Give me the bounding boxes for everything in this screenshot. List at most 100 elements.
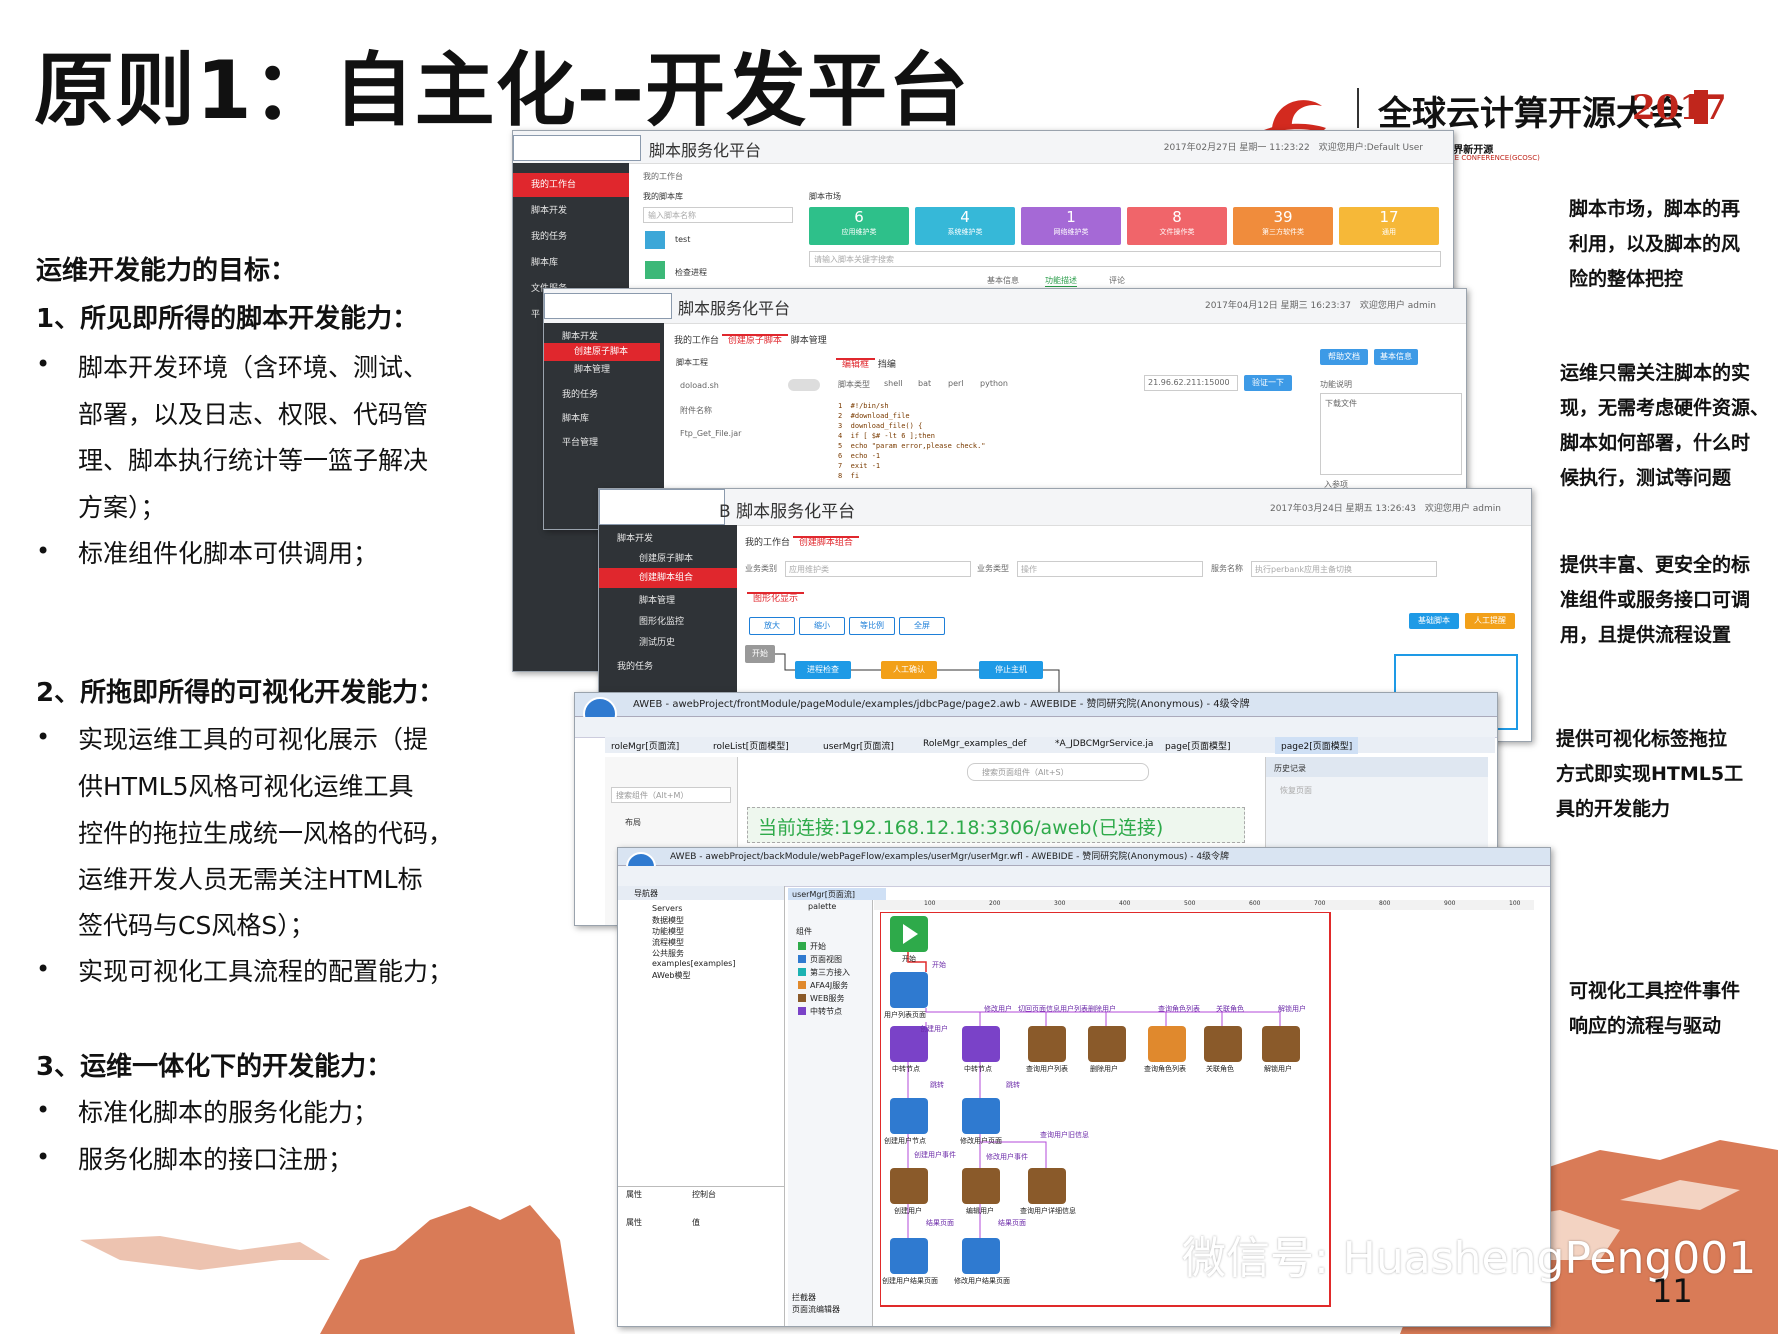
palette-item-transfer[interactable]: 中转节点 bbox=[810, 1006, 842, 1017]
tree-item[interactable]: 公共服务 bbox=[652, 948, 684, 959]
tree-item[interactable]: 功能模型 bbox=[652, 926, 684, 937]
lib-search-input[interactable]: 输入脚本名称 bbox=[643, 207, 793, 223]
file-item[interactable]: doload.sh bbox=[680, 381, 719, 390]
palette-title: palette bbox=[808, 902, 837, 911]
flow-node-web[interactable] bbox=[1028, 1168, 1066, 1204]
layout-group[interactable]: 布局 bbox=[625, 817, 641, 828]
sidebar-item-platform-mgmt[interactable]: 平台管理 bbox=[544, 431, 660, 455]
restore-page[interactable]: 恢复页面 bbox=[1280, 785, 1312, 796]
tab-page[interactable]: page[页面模型] bbox=[1165, 739, 1231, 752]
market-card[interactable]: 39 第三方软件类 bbox=[1233, 207, 1333, 245]
window-title: AWEB - awebProject/frontModule/pageModul… bbox=[575, 693, 1497, 717]
sidebar-item-script-mgmt[interactable]: 脚本管理 bbox=[544, 361, 660, 379]
tree-item[interactable]: Servers bbox=[652, 904, 682, 913]
market-card[interactable]: 4 系统维护类 bbox=[915, 207, 1015, 245]
market-card[interactable]: 1 网络维护类 bbox=[1021, 207, 1121, 245]
history-title: 历史记录 bbox=[1274, 764, 1306, 773]
section-heading: 运维开发能力的目标： bbox=[36, 256, 297, 286]
tab-roleMgr[interactable]: roleMgr[页面流] bbox=[611, 739, 679, 752]
tab-usermgr-flow[interactable]: userMgr[页面流] bbox=[788, 888, 886, 900]
script-type-label: 脚本类型 bbox=[838, 380, 870, 389]
sidebar-item-workbench[interactable]: 我的工作台 bbox=[513, 173, 629, 197]
tree-item[interactable]: examples[examples] bbox=[652, 959, 735, 968]
tab-page2[interactable]: page2[页面模型] bbox=[1275, 737, 1359, 754]
header-info: 2017年02月27日 星期一 11:23:22 欢迎您用户:Default U… bbox=[1163, 143, 1423, 153]
tab-jdbcmgr[interactable]: *A_JDBCMgrService.ja bbox=[1055, 739, 1153, 749]
tree-item[interactable]: 流程模型 bbox=[652, 937, 684, 948]
tree-item[interactable]: 数据模型 bbox=[652, 915, 684, 926]
radio-shell[interactable]: shell bbox=[884, 379, 903, 388]
radio-perl[interactable]: perl bbox=[948, 379, 964, 388]
component-search-input[interactable]: 搜索组件（Alt+M） bbox=[611, 787, 731, 803]
radio-python[interactable]: python bbox=[980, 379, 1008, 388]
palette-item-page[interactable]: 页面视图 bbox=[810, 954, 842, 965]
flow-node-page[interactable] bbox=[890, 1098, 928, 1134]
tab-create-atomic[interactable]: 创建原子脚本 bbox=[721, 334, 788, 346]
flow-node-web[interactable] bbox=[1204, 1026, 1242, 1062]
flow-node-start[interactable] bbox=[890, 916, 928, 952]
tab-compile[interactable]: 挡编 bbox=[878, 360, 896, 370]
tab-workbench[interactable]: 我的工作台 bbox=[674, 336, 719, 346]
flow-node-web[interactable] bbox=[962, 1168, 1000, 1204]
flow-node-page[interactable] bbox=[962, 1238, 1000, 1274]
palette-item-web[interactable]: WEB服务 bbox=[810, 993, 844, 1004]
s1-b1-line2: 部署，以及日志、权限、代码管 bbox=[78, 400, 429, 429]
bottom-tab-interceptor[interactable]: 拦截器 bbox=[792, 1292, 816, 1303]
detail-tab[interactable]: 评论 bbox=[1109, 275, 1125, 286]
palette-item-start[interactable]: 开始 bbox=[810, 941, 826, 952]
help-doc-button[interactable]: 帮助文档 bbox=[1320, 349, 1368, 365]
tab-roleList[interactable]: roleList[页面模型] bbox=[713, 739, 789, 752]
s1-b2: 标准组件化脚本可供调用； bbox=[78, 539, 379, 568]
sidebar-item-script-lib[interactable]: 脚本库 bbox=[544, 407, 660, 431]
detail-tab[interactable]: 功能描述 bbox=[1045, 275, 1077, 287]
flow-node-page[interactable] bbox=[962, 1098, 1000, 1134]
run-test-button[interactable]: 验证一下 bbox=[1244, 375, 1292, 391]
tab-editor[interactable]: 编辑框 bbox=[836, 358, 876, 370]
sidebar-item-script-dev[interactable]: 脚本开发 bbox=[513, 199, 629, 223]
flow-node-transfer[interactable] bbox=[962, 1026, 1000, 1062]
window-title: AWEB - awebProject/backModule/webPageFlo… bbox=[618, 848, 1550, 866]
toggle[interactable] bbox=[788, 379, 820, 391]
server-select[interactable]: 21.96.62.211:15000 bbox=[1144, 375, 1238, 391]
s2-b1-line4: 运维开发人员无需关注HTML标 bbox=[78, 865, 423, 894]
tree-item[interactable]: AWeb模型 bbox=[652, 970, 690, 981]
lib-item[interactable]: test bbox=[675, 235, 690, 244]
tab-rolemgr-def[interactable]: RoleMgr_examples_def bbox=[923, 739, 1026, 749]
market-card[interactable]: 6 应用维护类 bbox=[809, 207, 909, 245]
market-card[interactable]: 8 文件操作类 bbox=[1127, 207, 1227, 245]
market-search-input[interactable]: 请输入脚本关键字搜索 bbox=[809, 251, 1441, 267]
tab-userMgr[interactable]: userMgr[页面流] bbox=[823, 739, 894, 752]
detail-tab[interactable]: 基本信息 bbox=[987, 275, 1019, 286]
market-card[interactable]: 17 通用 bbox=[1339, 207, 1439, 245]
app-header: 脚本服务化平台 2017年04月12日 星期三 16:23:37 欢迎您用户 a… bbox=[544, 289, 1466, 324]
flow-node-page[interactable] bbox=[890, 972, 928, 1008]
file-item[interactable]: Ftp_Get_File.jar bbox=[680, 429, 741, 438]
sidebar-item-create-atomic[interactable]: 创建原子脚本 bbox=[544, 343, 660, 361]
app-logo bbox=[513, 135, 641, 161]
s1-b1-line1: 脚本开发环境（含环境、测试、 bbox=[78, 353, 429, 382]
code-editor[interactable]: 1 #!/bin/sh 2 #download_file 3 download_… bbox=[838, 401, 986, 481]
bottom-tab-editor[interactable]: 页面流编辑器 bbox=[792, 1304, 840, 1315]
flow-node-web[interactable] bbox=[1262, 1026, 1300, 1062]
lib-item[interactable]: 检查进程 bbox=[675, 267, 707, 278]
flow-node-web[interactable] bbox=[1028, 1026, 1066, 1062]
palette-item-third[interactable]: 第三方接入 bbox=[810, 967, 850, 978]
sidebar-item-my-tasks[interactable]: 我的任务 bbox=[513, 225, 629, 249]
basic-info-button[interactable]: 基本信息 bbox=[1374, 349, 1418, 365]
s2-b1-line5: 签代码与CS风格S）； bbox=[78, 911, 315, 940]
flow-node-web[interactable] bbox=[890, 1168, 928, 1204]
tab-script-mgmt[interactable]: 脚本管理 bbox=[791, 336, 827, 346]
radio-bat[interactable]: bat bbox=[918, 379, 931, 388]
flow-node-page[interactable] bbox=[890, 1238, 928, 1274]
app-title: 脚本服务化平台 bbox=[678, 299, 791, 318]
sidebar-item-script-lib[interactable]: 脚本库 bbox=[513, 251, 629, 275]
page-component-search[interactable]: 搜索页面组件（Alt+S） bbox=[967, 763, 1149, 781]
func-desc-textarea[interactable]: 下载文件 bbox=[1320, 393, 1462, 475]
palette-item-afa4j[interactable]: AFA4J服务 bbox=[810, 980, 848, 991]
sidebar-item-my-tasks[interactable]: 我的任务 bbox=[544, 383, 660, 407]
flow-node-web[interactable] bbox=[1088, 1026, 1126, 1062]
tab-properties[interactable]: 属性 bbox=[626, 1189, 642, 1200]
flow-node-afa4j[interactable] bbox=[1148, 1026, 1186, 1062]
navigator-title: 导航器 bbox=[634, 889, 658, 898]
tab-console[interactable]: 控制台 bbox=[692, 1189, 716, 1200]
